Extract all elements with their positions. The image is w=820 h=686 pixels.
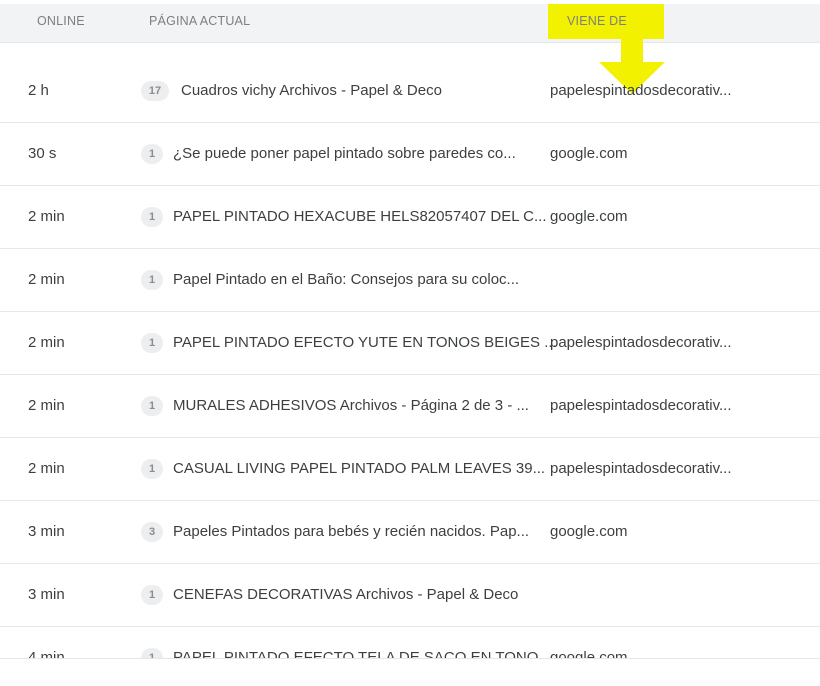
table-row[interactable]: 3 min 1 CENEFAS DECORATIVAS Archivos - Pap…	[0, 564, 820, 627]
referrer-link[interactable]: papelespintadosdecorativ...	[550, 397, 750, 414]
referrer-link[interactable]: google.com	[550, 145, 750, 162]
pageview-count-badge: 1	[141, 459, 163, 479]
online-time: 4 min	[28, 649, 65, 658]
table-row[interactable]: 2 min 1 CASUAL LIVING PAPEL PINTADO PALM L…	[0, 438, 820, 501]
current-page-link[interactable]: Cuadros vichy Archivos - Papel & Deco	[181, 82, 541, 99]
pageview-count-badge: 17	[141, 81, 169, 101]
current-page-link[interactable]: PAPEL PINTADO EFECTO TELA DE SACO EN TON…	[173, 649, 551, 658]
referrer-link[interactable]: papelespintadosdecorativ...	[550, 82, 750, 99]
online-time: 2 min	[28, 397, 65, 414]
column-header-current-page[interactable]: PÁGINA ACTUAL	[149, 14, 250, 28]
pageview-count-badge: 1	[141, 270, 163, 290]
current-page-link[interactable]: PAPEL PINTADO HEXACUBE HELS82057407 DEL …	[173, 208, 547, 225]
current-page-link[interactable]: Papel Pintado en el Baño: Consejos para …	[173, 271, 533, 288]
online-time: 2 min	[28, 334, 65, 351]
current-page-link[interactable]: CASUAL LIVING PAPEL PINTADO PALM LEAVES …	[173, 460, 545, 477]
current-page-link[interactable]: ¿Se puede poner papel pintado sobre pare…	[173, 145, 533, 162]
current-page-link[interactable]: MURALES ADHESIVOS Archivos - Página 2 de…	[173, 397, 533, 414]
table-row[interactable]: 30 s 1 ¿Se puede poner papel pintado sobre…	[0, 123, 820, 186]
table-row[interactable]: 2 min 1 PAPEL PINTADO HEXACUBE HELS8205740…	[0, 186, 820, 249]
table-row[interactable]: 2 min 1 MURALES ADHESIVOS Archivos - Págin…	[0, 375, 820, 438]
online-time: 3 min	[28, 523, 65, 540]
current-page-link[interactable]: PAPEL PINTADO EFECTO YUTE EN TONOS BEIGE…	[173, 334, 557, 351]
table-row[interactable]: 2 min 1 PAPEL PINTADO EFECTO YUTE EN TONOS…	[0, 312, 820, 375]
referrer-link[interactable]: google.com	[550, 649, 750, 658]
column-header-referrer[interactable]: VIENE DE	[567, 14, 627, 28]
online-time: 2 min	[28, 271, 65, 288]
referrer-link[interactable]: papelespintadosdecorativ...	[550, 460, 750, 477]
pageview-count-badge: 1	[141, 333, 163, 353]
online-time: 2 min	[28, 208, 65, 225]
referrer-link[interactable]: google.com	[550, 523, 750, 540]
visitors-table: 2 h 17 Cuadros vichy Archivos - Papel & De…	[0, 60, 820, 658]
current-page-link[interactable]: CENEFAS DECORATIVAS Archivos - Papel & D…	[173, 586, 533, 603]
column-header-online[interactable]: ONLINE	[37, 14, 85, 28]
table-row[interactable]: 4 min 1 PAPEL PINTADO EFECTO TELA DE SACO …	[0, 627, 820, 658]
table-header: ONLINE PÁGINA ACTUAL VIENE DE	[0, 4, 820, 43]
referrer-link[interactable]: google.com	[550, 208, 750, 225]
pageview-count-badge: 3	[141, 522, 163, 542]
online-time: 30 s	[28, 145, 57, 162]
pageview-count-badge: 1	[141, 585, 163, 605]
table-row[interactable]: 2 min 1 Papel Pintado en el Baño: Consejos…	[0, 249, 820, 312]
online-time: 2 min	[28, 460, 65, 477]
table-row[interactable]: 3 min 3 Papeles Pintados para bebés y reci…	[0, 501, 820, 564]
online-time: 2 h	[28, 82, 49, 99]
current-page-link[interactable]: Papeles Pintados para bebés y recién nac…	[173, 523, 533, 540]
table-bottom-border	[0, 658, 820, 659]
pageview-count-badge: 1	[141, 396, 163, 416]
pageview-count-badge: 1	[141, 648, 163, 658]
pageview-count-badge: 1	[141, 144, 163, 164]
pageview-count-badge: 1	[141, 207, 163, 227]
table-row[interactable]: 2 h 17 Cuadros vichy Archivos - Papel & De…	[0, 60, 820, 123]
referrer-link[interactable]: papelespintadosdecorativ...	[550, 334, 750, 351]
online-time: 3 min	[28, 586, 65, 603]
